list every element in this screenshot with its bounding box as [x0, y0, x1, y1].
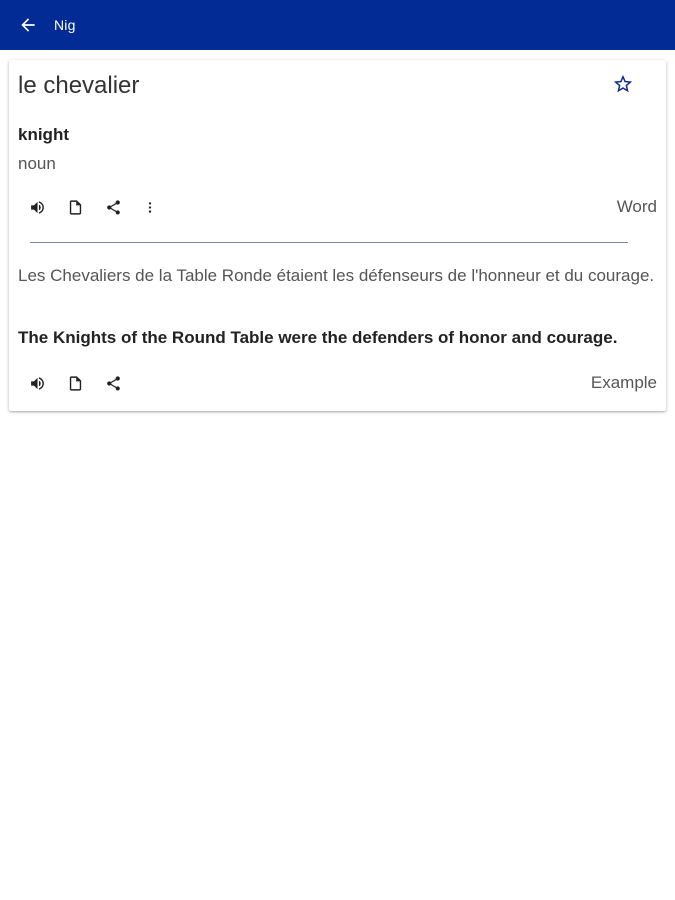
speaker-icon — [31, 200, 44, 214]
favorite-button[interactable] — [609, 70, 637, 98]
example-english: The Knights of the Round Table were the … — [18, 328, 618, 347]
word-more-button[interactable] — [137, 194, 175, 220]
divider — [30, 242, 628, 243]
part-of-speech: noun — [18, 154, 56, 173]
share-icon — [107, 375, 120, 391]
example-actions — [23, 370, 137, 396]
example-share-button[interactable] — [99, 370, 137, 396]
app-bar: Nig — [0, 0, 675, 50]
word-tag: Word — [616, 197, 657, 216]
app-bar-title: Nig — [54, 17, 76, 33]
example-french: Les Chevaliers de la Table Ronde étaient… — [18, 266, 655, 285]
speaker-icon — [31, 376, 44, 390]
word-actions — [23, 194, 175, 220]
headword: le chevalier — [18, 72, 140, 99]
back-button[interactable] — [0, 0, 56, 50]
share-icon — [107, 199, 120, 215]
example-tag: Example — [590, 373, 657, 392]
example-copy-button[interactable] — [61, 370, 99, 396]
word-speak-button[interactable] — [23, 194, 61, 220]
translation: knight — [18, 125, 69, 144]
copy-icon — [69, 199, 82, 215]
word-copy-button[interactable] — [61, 194, 99, 220]
copy-icon — [69, 375, 82, 391]
more-vert-icon — [148, 201, 152, 213]
star-outline-icon — [613, 74, 633, 93]
word-share-button[interactable] — [99, 194, 137, 220]
arrow-left-icon — [21, 18, 35, 32]
entry-card: le chevalier knight noun Word Les Cheval… — [9, 60, 666, 411]
example-speak-button[interactable] — [23, 370, 61, 396]
